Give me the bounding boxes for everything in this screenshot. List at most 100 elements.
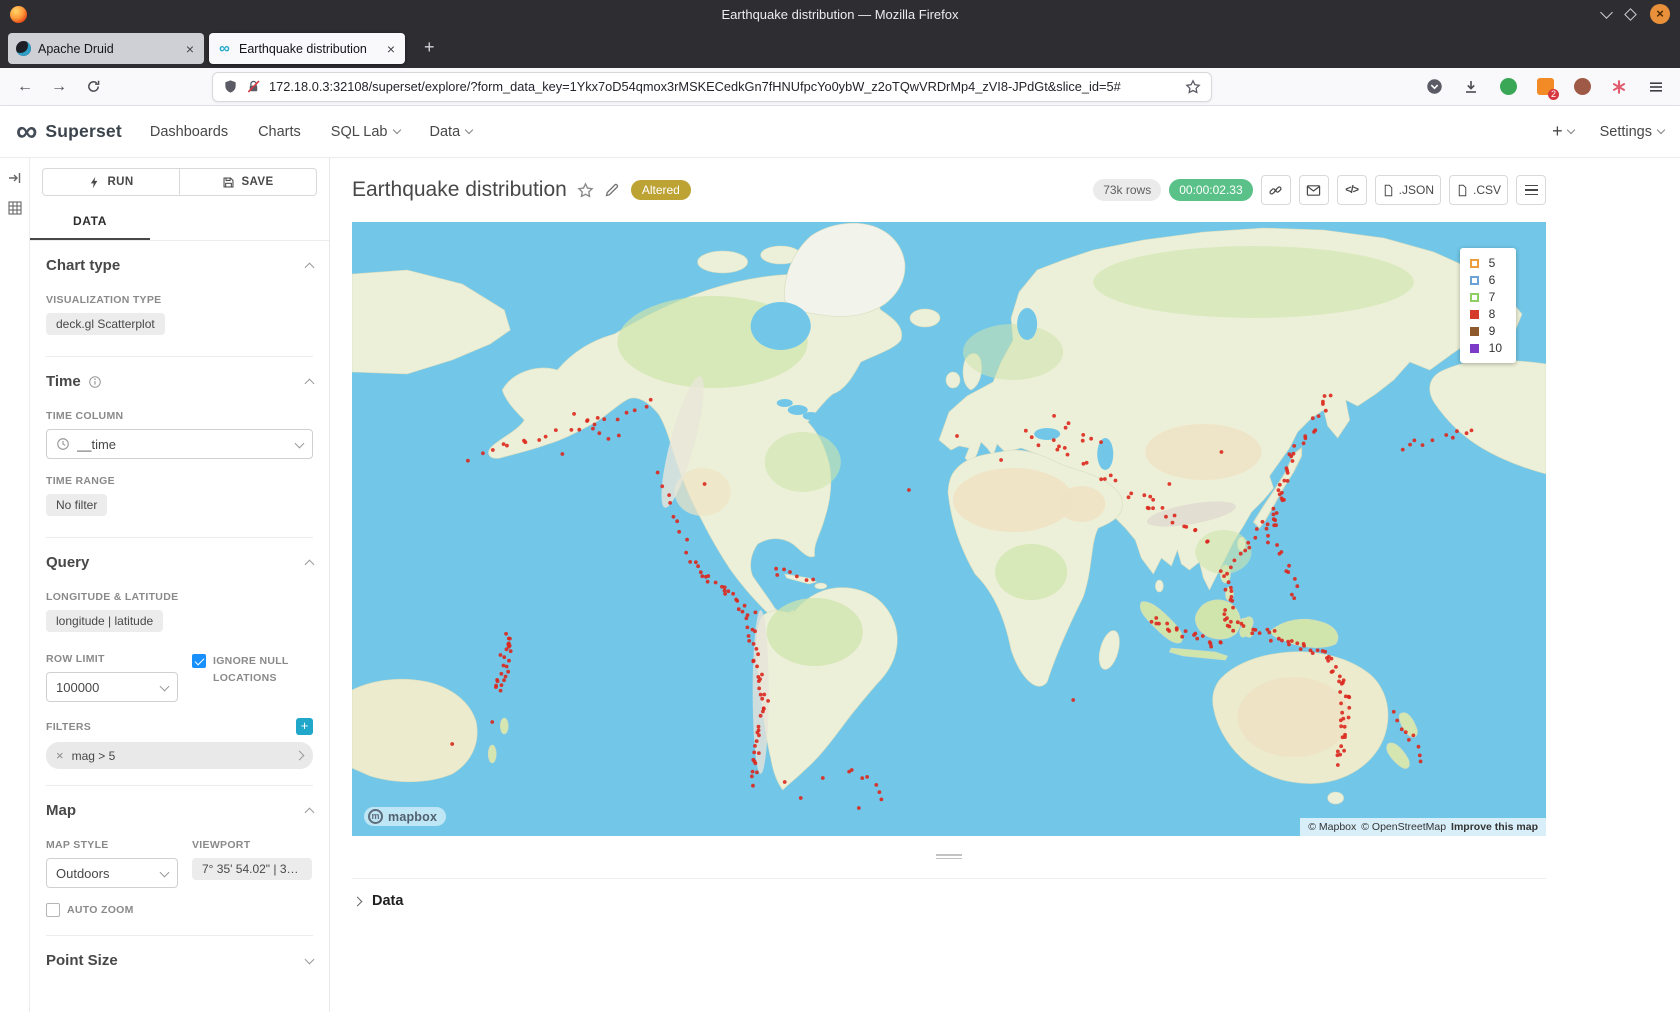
- section-map[interactable]: Map: [46, 786, 313, 823]
- expand-datasource-icon[interactable]: [7, 170, 23, 186]
- select-chevron-icon: [295, 438, 305, 448]
- extension-asterisk-icon[interactable]: [1605, 73, 1633, 101]
- auto-zoom-checkbox-row: AUTO ZOOM: [46, 902, 313, 919]
- url-bar[interactable]: 172.18.0.3:32108/superset/explore/?form_…: [212, 72, 1212, 102]
- save-disk-icon: [222, 176, 235, 189]
- clock-icon: [56, 437, 70, 451]
- remove-filter-icon[interactable]: ×: [56, 748, 64, 763]
- viz-type-chip[interactable]: deck.gl Scatterplot: [46, 313, 165, 335]
- section-point-size[interactable]: Point Size: [46, 936, 313, 973]
- close-window-icon[interactable]: ×: [1650, 4, 1670, 24]
- back-button[interactable]: ←: [10, 73, 40, 101]
- mapbox-logo[interactable]: m mapbox: [364, 807, 446, 826]
- forward-button[interactable]: →: [44, 73, 74, 101]
- tab-earthquake-distribution[interactable]: ∞ Earthquake distribution ×: [209, 33, 405, 64]
- window-titlebar: Earthquake distribution — Mozilla Firefo…: [0, 0, 1680, 28]
- favorite-star-icon[interactable]: [577, 182, 594, 199]
- menu-hamburger-icon[interactable]: [1642, 73, 1670, 101]
- lonlat-chip[interactable]: longitude | latitude: [46, 610, 163, 632]
- maximize-icon[interactable]: [1624, 8, 1637, 21]
- nav-data[interactable]: Data: [430, 124, 473, 140]
- copy-permalink-button[interactable]: [1261, 175, 1291, 205]
- map-attribution: © Mapbox © OpenStreetMap Improve this ma…: [1300, 818, 1546, 836]
- section-query[interactable]: Query: [46, 538, 313, 575]
- ignore-null-checkbox[interactable]: [192, 654, 206, 668]
- caret-down-icon: [1566, 126, 1574, 134]
- insecure-lock-icon[interactable]: [246, 79, 261, 94]
- file-icon: [1382, 184, 1395, 197]
- export-json-button[interactable]: .JSON: [1375, 175, 1441, 205]
- extension-avatar-icon[interactable]: [1568, 73, 1596, 101]
- collapse-chevron-icon: [305, 560, 315, 570]
- legend-value: 7: [1489, 290, 1496, 304]
- legend-item: 5: [1470, 256, 1502, 270]
- chart-menu-button[interactable]: [1516, 175, 1546, 205]
- tab-label: Apache Druid: [38, 42, 177, 56]
- superset-header: ∞ Superset Dashboards Charts SQL Lab Dat…: [0, 106, 1680, 158]
- map-style-select[interactable]: Outdoors: [46, 858, 178, 888]
- bookmark-star-icon[interactable]: [1185, 79, 1201, 95]
- attribution-osm-link[interactable]: © OpenStreetMap: [1361, 821, 1446, 833]
- ignore-null-label: IGNORE NULL LOCATIONS: [213, 653, 313, 687]
- resize-grip[interactable]: [936, 854, 962, 859]
- mapbox-logo-icon: m: [368, 809, 383, 824]
- row-limit-label: ROW LIMIT: [46, 653, 178, 665]
- new-tab-button[interactable]: +: [416, 35, 443, 60]
- legend-value: 5: [1489, 256, 1496, 270]
- email-report-button[interactable]: [1299, 175, 1329, 205]
- export-csv-button[interactable]: .CSV: [1449, 175, 1508, 205]
- brand-name: Superset: [45, 121, 122, 142]
- new-item-menu[interactable]: +: [1552, 121, 1574, 142]
- dataset-grid-icon[interactable]: [7, 200, 23, 216]
- tab-apache-druid[interactable]: Apache Druid ×: [8, 33, 204, 64]
- section-chart-type[interactable]: Chart type: [46, 241, 313, 278]
- extension-green-icon[interactable]: [1494, 73, 1522, 101]
- pocket-icon[interactable]: [1420, 73, 1448, 101]
- downloads-icon[interactable]: [1457, 73, 1485, 101]
- attribution-mapbox-link[interactable]: © Mapbox: [1308, 821, 1356, 833]
- legend-swatch-icon: [1470, 259, 1479, 268]
- nav-sql-lab[interactable]: SQL Lab: [331, 124, 400, 140]
- collapse-chevron-icon: [305, 808, 315, 818]
- data-section-toggle[interactable]: Data: [352, 878, 1546, 923]
- extension-orange-icon[interactable]: 2: [1531, 73, 1559, 101]
- world-map[interactable]: [352, 222, 1546, 836]
- settings-menu[interactable]: Settings: [1600, 124, 1664, 140]
- altered-badge: Altered: [631, 180, 691, 200]
- filter-pill[interactable]: × mag > 5: [46, 742, 313, 769]
- improve-map-link[interactable]: Improve this map: [1451, 821, 1538, 833]
- reload-button[interactable]: [78, 73, 108, 101]
- legend-value: 9: [1489, 324, 1496, 338]
- reload-icon: [86, 79, 101, 94]
- edit-pencil-icon[interactable]: [604, 182, 621, 199]
- run-button[interactable]: RUN: [42, 168, 179, 196]
- minimize-icon[interactable]: [1600, 6, 1613, 19]
- close-tab-icon[interactable]: ×: [184, 41, 196, 57]
- time-column-select[interactable]: __time: [46, 429, 313, 459]
- nav-dashboards[interactable]: Dashboards: [150, 124, 228, 140]
- section-time[interactable]: Time: [46, 357, 313, 394]
- hamburger-icon: [1525, 185, 1538, 196]
- druid-favicon-icon: [16, 41, 31, 56]
- add-filter-button[interactable]: +: [296, 718, 313, 735]
- expand-chevron-icon: [353, 896, 363, 906]
- row-count-badge: 73k rows: [1093, 179, 1161, 201]
- ignore-null-checkbox-row: IGNORE NULL LOCATIONS: [192, 653, 313, 687]
- save-button[interactable]: SAVE: [179, 168, 317, 196]
- close-tab-icon[interactable]: ×: [385, 41, 397, 57]
- legend-item: 6: [1470, 273, 1502, 287]
- tracking-shield-icon[interactable]: [223, 79, 238, 94]
- row-limit-select[interactable]: 100000: [46, 672, 178, 702]
- select-chevron-icon: [160, 681, 170, 691]
- legend-value: 10: [1489, 341, 1502, 355]
- tab-data[interactable]: DATA: [30, 206, 150, 240]
- time-range-chip[interactable]: No filter: [46, 494, 107, 516]
- superset-logo[interactable]: ∞ Superset: [16, 117, 122, 147]
- auto-zoom-checkbox[interactable]: [46, 903, 60, 917]
- deckgl-map[interactable]: 5678910 m mapbox © Mapbox © OpenStreetMa…: [352, 222, 1546, 836]
- nav-charts[interactable]: Charts: [258, 124, 301, 140]
- viewport-chip[interactable]: 7° 35' 54.02" | 31...: [192, 858, 312, 880]
- url-text[interactable]: 172.18.0.3:32108/superset/explore/?form_…: [269, 79, 1177, 94]
- filter-chevron-icon: [295, 751, 305, 761]
- embed-code-button[interactable]: </>: [1337, 175, 1367, 205]
